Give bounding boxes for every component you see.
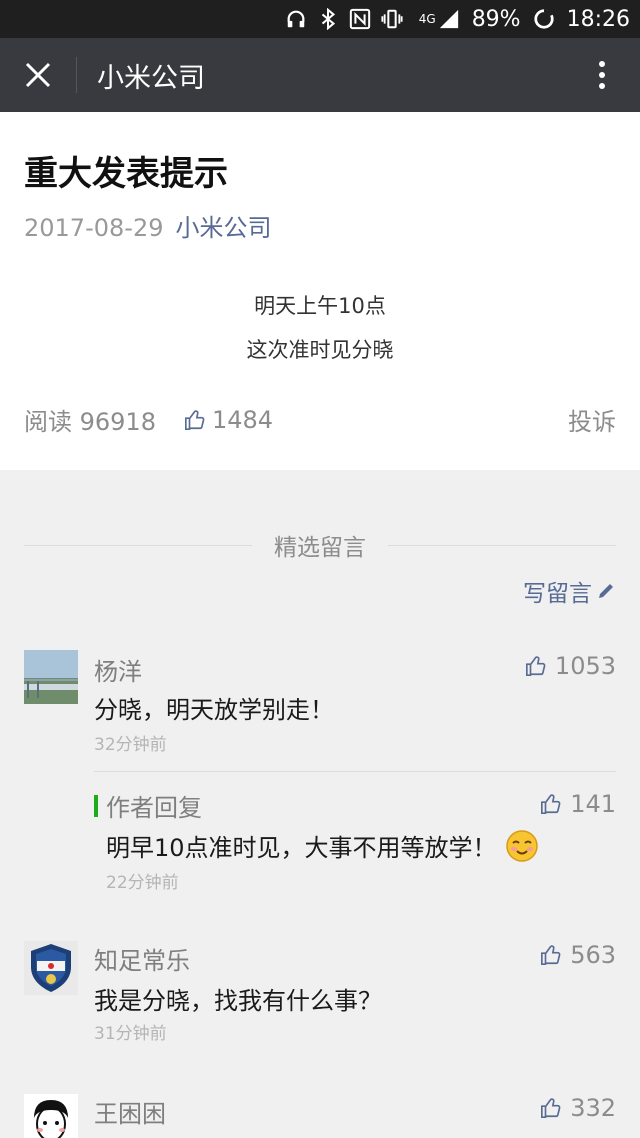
smile-emoji-icon [505, 829, 538, 862]
article-body-line: 这次准时见分晓 [246, 338, 394, 362]
comment-author: 王困困 [94, 1100, 166, 1128]
article: 重大发表提示 2017-08-29 小米公司 明天上午10点 这次准时见分晓 阅读… [0, 112, 640, 470]
network-type: 4G [418, 12, 436, 26]
close-icon [25, 62, 51, 88]
comment-item: 知足常乐 563 我是分晓，找我有什么事？ 31分钟前 [0, 941, 640, 1051]
comment-item: 杨洋 1053 分晓，明天放学别走！ 32分钟前 作者回复 141 明早10点准… [0, 650, 640, 900]
reply-divider [94, 771, 616, 772]
article-meta: 2017-08-29 小米公司 [24, 208, 271, 243]
title-bar: 小米公司 [0, 38, 640, 112]
avatar-image [24, 650, 78, 704]
battery-icon [533, 9, 554, 29]
thumbs-up-icon [541, 945, 561, 965]
nav-divider [76, 57, 77, 93]
status-bar: 4G 89% 18:26 [0, 0, 640, 38]
close-button[interactable] [0, 38, 76, 112]
thumbs-up-icon [184, 409, 205, 430]
comment-item: 王困困 332 [0, 1094, 640, 1138]
divider [388, 544, 616, 546]
comment-like-count: 332 [570, 1094, 616, 1122]
more-icon [599, 61, 605, 89]
section-heading: 精选留言 [274, 535, 366, 561]
author-reply-label: 作者回复 [106, 794, 202, 822]
reply-accent-bar [94, 795, 98, 817]
article-author-link[interactable]: 小米公司 [175, 214, 271, 242]
comment-time: 31分钟前 [94, 1024, 167, 1044]
bluetooth-icon [321, 8, 335, 30]
reply-like-button[interactable]: 141 [540, 790, 616, 818]
reply-text: 明早10点准时见，大事不用等放学！ [106, 834, 497, 862]
article-body-line: 明天上午10点 [254, 294, 386, 318]
more-button[interactable] [564, 38, 640, 112]
avatar-image [24, 941, 78, 995]
comment-author: 杨洋 [94, 658, 142, 686]
write-comment-button[interactable]: 写留言 [523, 574, 616, 608]
comment-like-count: 563 [570, 941, 616, 969]
vibrate-icon [381, 9, 403, 29]
article-date: 2017-08-29 [24, 214, 164, 242]
comment-text: 分晓，明天放学别走！ [94, 696, 334, 724]
report-link[interactable]: 投诉 [568, 402, 616, 437]
thumbs-up-icon [525, 656, 546, 676]
reply-time: 22分钟前 [106, 873, 179, 893]
reply-text-row: 明早10点准时见，大事不用等放学！ [106, 828, 539, 863]
headphones-icon [287, 10, 305, 28]
article-title: 重大发表提示 [24, 154, 228, 194]
read-count: 阅读 96918 [24, 408, 156, 436]
avatar[interactable] [24, 650, 78, 704]
featured-comments-header: 精选留言 [24, 530, 616, 561]
comment-like-button[interactable]: 1053 [525, 652, 616, 680]
article-like-count: 1484 [211, 405, 274, 434]
article-footer: 阅读 96918 1484 投诉 [24, 402, 616, 437]
article-like-button[interactable]: 1484 [184, 406, 273, 434]
status-icons: 4G [285, 8, 460, 30]
write-comment-label: 写留言 [523, 581, 592, 607]
comment-author: 知足常乐 [94, 947, 190, 975]
divider [24, 544, 252, 546]
thumbs-up-icon [541, 794, 561, 814]
clock: 18:26 [566, 6, 630, 32]
avatar[interactable] [24, 941, 78, 995]
signal-icon [439, 9, 458, 29]
nav-title: 小米公司 [97, 62, 205, 94]
comment-text: 我是分晓，找我有什么事？ [94, 987, 382, 1015]
reply-like-count: 141 [570, 790, 616, 818]
avatar[interactable] [24, 1094, 78, 1138]
battery-percent: 89% [471, 6, 521, 32]
comment-like-count: 1053 [554, 652, 616, 680]
comment-like-button[interactable]: 563 [540, 941, 616, 969]
nfc-icon [349, 8, 370, 30]
avatar-image [24, 1094, 78, 1138]
thumbs-up-icon [541, 1098, 561, 1118]
pencil-icon [599, 584, 613, 598]
comment-like-button[interactable]: 332 [540, 1094, 616, 1122]
comment-time: 32分钟前 [94, 735, 167, 755]
